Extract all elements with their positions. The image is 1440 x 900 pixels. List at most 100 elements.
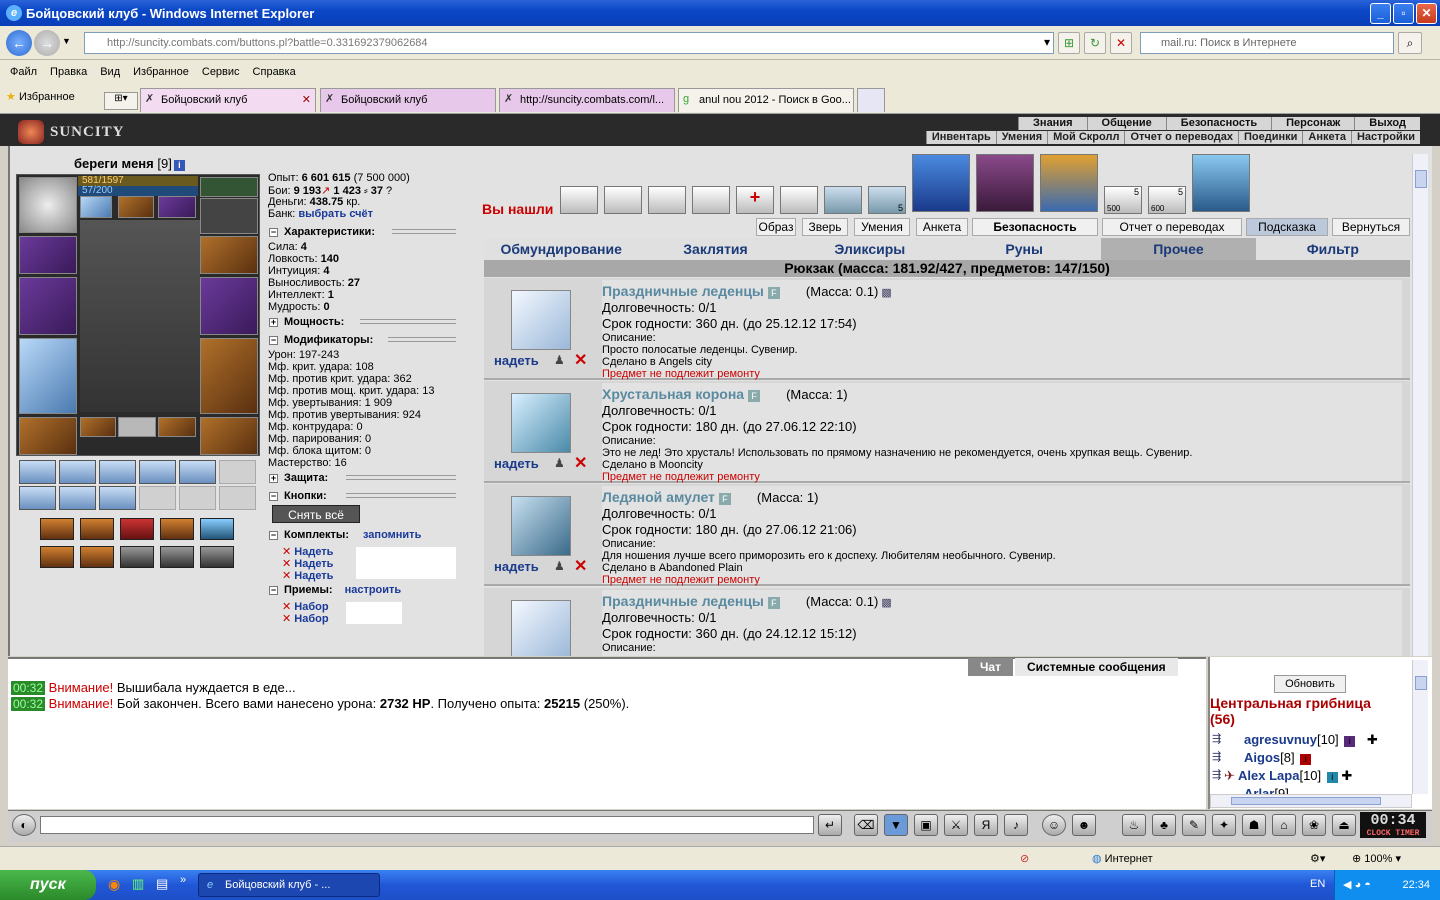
- found-item[interactable]: [780, 186, 818, 214]
- mask-icon[interactable]: ☗: [1242, 814, 1266, 836]
- ice-swords-item[interactable]: [1192, 154, 1250, 212]
- menu-file[interactable]: Файл: [10, 66, 37, 78]
- nav-fights[interactable]: Поединки: [1237, 131, 1303, 144]
- collapse-icon[interactable]: −: [269, 585, 278, 595]
- characteristics-header[interactable]: − Характеристики:: [269, 226, 375, 238]
- online-user[interactable]: Arlar[9]: [1244, 786, 1289, 794]
- tab-equipment[interactable]: Обмундирование: [484, 238, 638, 260]
- nav-inventory[interactable]: Инвентарь: [925, 131, 996, 144]
- scroll-slot[interactable]: [59, 460, 96, 484]
- found-item[interactable]: [604, 186, 642, 214]
- nav-character[interactable]: Персонаж: [1271, 117, 1355, 130]
- online-scrollbar[interactable]: [1412, 660, 1428, 794]
- nav-knowledge[interactable]: Знания: [1018, 117, 1087, 130]
- exit-icon[interactable]: ⏏: [1332, 814, 1356, 836]
- compat-view-icon[interactable]: ⊞: [1058, 32, 1080, 54]
- nav-profile[interactable]: Анкета: [1302, 131, 1351, 144]
- whisper-icon[interactable]: ⇶: [1212, 732, 1232, 745]
- bag-icon[interactable]: ♣: [1152, 814, 1176, 836]
- delete-icon[interactable]: ✕: [282, 570, 291, 582]
- tree-item[interactable]: [976, 154, 1034, 212]
- favorites-button[interactable]: ★ Избранное: [6, 90, 75, 103]
- found-item[interactable]: [692, 186, 730, 214]
- delete-item-icon[interactable]: ✕: [574, 556, 587, 576]
- modifiers-header[interactable]: − Модификаторы:: [269, 334, 373, 346]
- taskbar-ie-window[interactable]: e Бойцовский клуб - ...: [198, 873, 380, 897]
- translit-icon[interactable]: Я: [974, 814, 998, 836]
- security-button[interactable]: Безопасность: [972, 218, 1098, 236]
- item-name[interactable]: Ледяной амулет: [602, 489, 715, 505]
- nav-settings[interactable]: Настройки: [1350, 131, 1420, 144]
- wear-icon[interactable]: ♟: [554, 559, 565, 573]
- technique-set[interactable]: ✕ Набор: [282, 612, 329, 625]
- address-dropdown-icon[interactable]: ▾: [1036, 32, 1058, 54]
- info-icon[interactable]: i: [1326, 772, 1338, 783]
- techniques-header[interactable]: − Приемы: настроить: [269, 584, 401, 596]
- nav-transfer-report[interactable]: Отчет о переводах: [1124, 131, 1238, 144]
- delete-item-icon[interactable]: ✕: [574, 350, 587, 370]
- inventory-scrollbar[interactable]: [1412, 154, 1428, 656]
- firefox-icon[interactable]: ◉: [108, 876, 120, 893]
- menu-help[interactable]: Справка: [253, 66, 296, 78]
- tab-2[interactable]: ✗ Бойцовский клуб: [320, 88, 496, 112]
- wear-link[interactable]: надеть: [494, 559, 539, 574]
- found-item[interactable]: [648, 186, 686, 214]
- wear-link[interactable]: надеть: [494, 456, 539, 471]
- notepad-icon[interactable]: ▤: [156, 876, 168, 892]
- legs-slot[interactable]: [200, 338, 258, 414]
- amulet-slot[interactable]: [200, 177, 258, 197]
- found-item[interactable]: 5: [868, 186, 906, 214]
- scroll-slot[interactable]: [19, 486, 56, 510]
- tab-chat[interactable]: Чат: [968, 658, 1013, 676]
- undress-all-button[interactable]: Снять всё: [272, 505, 360, 523]
- winter-picture-item[interactable]: [1040, 154, 1098, 212]
- item-name[interactable]: Праздничные леденцы: [602, 283, 764, 299]
- belt-item[interactable]: [40, 546, 74, 568]
- nav-my-scroll[interactable]: Мой Скролл: [1047, 131, 1125, 144]
- info-icon[interactable]: i: [173, 160, 185, 171]
- add-friend-icon[interactable]: ✚: [1367, 732, 1378, 747]
- close-window-button[interactable]: ✕: [1416, 3, 1437, 24]
- add-friend-icon[interactable]: ✚: [1341, 768, 1352, 783]
- emotes-icon[interactable]: ☻: [1072, 814, 1096, 836]
- scroll-slot[interactable]: [59, 486, 96, 510]
- save-icon[interactable]: ▣: [914, 814, 938, 836]
- sound-icon[interactable]: ♪: [1004, 814, 1028, 836]
- back-button[interactable]: ←: [6, 30, 32, 56]
- hint-button[interactable]: Подсказка: [1246, 218, 1328, 236]
- start-button[interactable]: пуск: [0, 870, 96, 900]
- set-wear[interactable]: ✕ Надеть: [282, 569, 333, 582]
- tab-elixirs[interactable]: Эликсиры: [793, 238, 947, 260]
- new-tab-button[interactable]: [857, 88, 885, 112]
- belt-item[interactable]: [200, 518, 234, 540]
- pocket-slot-3[interactable]: [158, 417, 196, 437]
- nav-social[interactable]: Общение: [1086, 117, 1166, 130]
- fight-icon[interactable]: ⚔: [944, 814, 968, 836]
- found-item[interactable]: [824, 186, 862, 214]
- configure-link[interactable]: настроить: [345, 584, 402, 596]
- scroll-thumb[interactable]: [1415, 676, 1427, 690]
- nav-exit[interactable]: Выход: [1354, 117, 1420, 130]
- belt-item[interactable]: [160, 546, 194, 568]
- collapse-icon[interactable]: −: [269, 335, 278, 345]
- potion-icon[interactable]: ♨: [1122, 814, 1146, 836]
- online-user[interactable]: agresuvnuy[10] i ✚: [1244, 732, 1378, 748]
- expand-icon[interactable]: +: [269, 317, 278, 327]
- minimize-button[interactable]: _: [1370, 3, 1391, 24]
- belt-slot[interactable]: [19, 417, 77, 455]
- pocket-slot-2[interactable]: [118, 417, 156, 437]
- item-name[interactable]: Хрустальная корона: [602, 386, 744, 402]
- address-bar[interactable]: http://suncity.combats.com/buttons.pl?ba…: [84, 32, 1054, 54]
- scroll-slot[interactable]: [179, 460, 216, 484]
- wear-icon[interactable]: ♟: [554, 353, 565, 367]
- map-icon[interactable]: ✦: [1212, 814, 1236, 836]
- scroll-icon[interactable]: ✎: [1182, 814, 1206, 836]
- quick-tabs-icon[interactable]: ⊞▾: [104, 92, 138, 110]
- online-hscroll[interactable]: [1210, 794, 1412, 808]
- heal-icon[interactable]: +: [736, 186, 774, 214]
- belt-item[interactable]: [80, 546, 114, 568]
- forward-button[interactable]: →: [34, 30, 60, 56]
- tray-icons[interactable]: ◀ ◕ ◓: [1343, 879, 1371, 891]
- scroll-thumb[interactable]: [1415, 170, 1427, 188]
- image-button[interactable]: Образ: [756, 218, 796, 236]
